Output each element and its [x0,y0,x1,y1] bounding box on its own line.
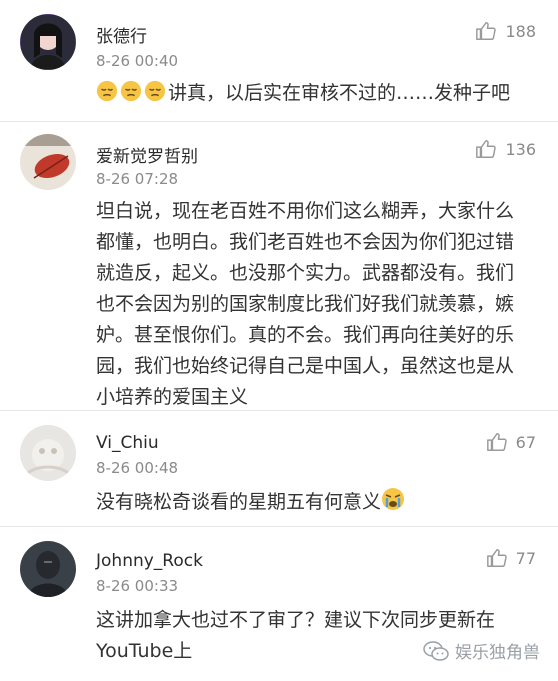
comment-timestamp: 8-26 00:33 [96,577,179,595]
avatar-image [20,134,76,190]
comment-line: 园，我们也始终记得自己是中国人，虽然这也是从 [96,355,515,377]
comment-text-content: 讲真，以后实在审核不过的……发种子吧 [168,82,511,104]
avatar-image [20,14,76,70]
like-count: 188 [505,21,536,41]
like-button[interactable]: 67 [486,431,536,453]
avatar-image [20,541,76,597]
comment-author-name[interactable]: Vi_Chiu [96,433,159,453]
avatar[interactable] [20,134,76,190]
comment-text: 没有晓松奇谈看的星期五有何意义 [96,487,536,521]
comment-author-name[interactable]: Johnny_Rock [96,551,203,571]
thumbs-up-icon [486,549,507,567]
comment-line: 也不会因为别的国家制度比我们好我们就羡慕，嫉 [96,293,515,315]
like-button[interactable]: 188 [475,20,536,42]
like-count: 67 [515,432,536,452]
like-button[interactable]: 136 [475,138,536,160]
comment-text-content: 没有晓松奇谈看的星期五有何意义 [96,491,382,513]
pensive-face-icon [96,80,118,112]
comment-text: 讲真，以后实在审核不过的……发种子吧 [96,78,536,112]
comment-line: 这讲加拿大也过不了审了？建议下次同步更新在 [96,609,496,631]
comment-timestamp: 8-26 00:48 [96,459,179,477]
comment-line: 小培养的爱国主义 [96,386,249,408]
like-button[interactable]: 77 [486,547,536,569]
pensive-face-icon [144,80,166,112]
avatar[interactable] [20,14,76,70]
comment-text: 坦白说，现在老百姓不用你们这么糊弄，大家什么 都懂，也明白。我们老百姓也不会因为… [96,196,536,413]
thumbs-up-icon [486,433,507,451]
comment-timestamp: 8-26 00:40 [96,52,179,70]
comment-line: 都懂，也明白。我们老百姓也不会因为你们犯过错 [96,231,515,253]
comment-line: 坦白说，现在老百姓不用你们这么糊弄，大家什么 [96,200,515,222]
comment-item: Vi_Chiu 8-26 00:48 67 没有晓松奇谈看的星期五有何意义 [0,411,558,531]
watermark: 娱乐独角兽 [423,638,540,663]
crying-face-icon [381,487,405,521]
watermark-label: 娱乐独角兽 [455,643,540,663]
thumbs-up-icon [476,22,497,40]
like-count: 136 [505,139,536,159]
comment-timestamp: 8-26 07:28 [96,170,179,188]
comment-line: 妒。甚至恨你们。真的不会。我们再向往美好的乐 [96,324,515,346]
comment-author-name[interactable]: 张德行 [96,22,147,47]
like-count: 77 [515,548,536,568]
wechat-icon [423,640,449,661]
comment-line: 就造反，起义。也没那个实力。武器都没有。我们 [96,262,515,284]
pensive-face-icon [120,80,142,112]
thumbs-up-icon [476,140,497,158]
avatar-image [20,425,76,481]
comment-item: 爱新觉罗哲别 8-26 07:28 136 坦白说，现在老百姓不用你们这么糊弄，… [0,122,558,416]
comment-item: 张德行 8-26 00:40 188 讲真，以后实在审核不过的……发种子吧 [0,0,558,120]
avatar[interactable] [20,425,76,481]
avatar[interactable] [20,541,76,597]
comment-author-name[interactable]: 爱新觉罗哲别 [96,142,198,167]
